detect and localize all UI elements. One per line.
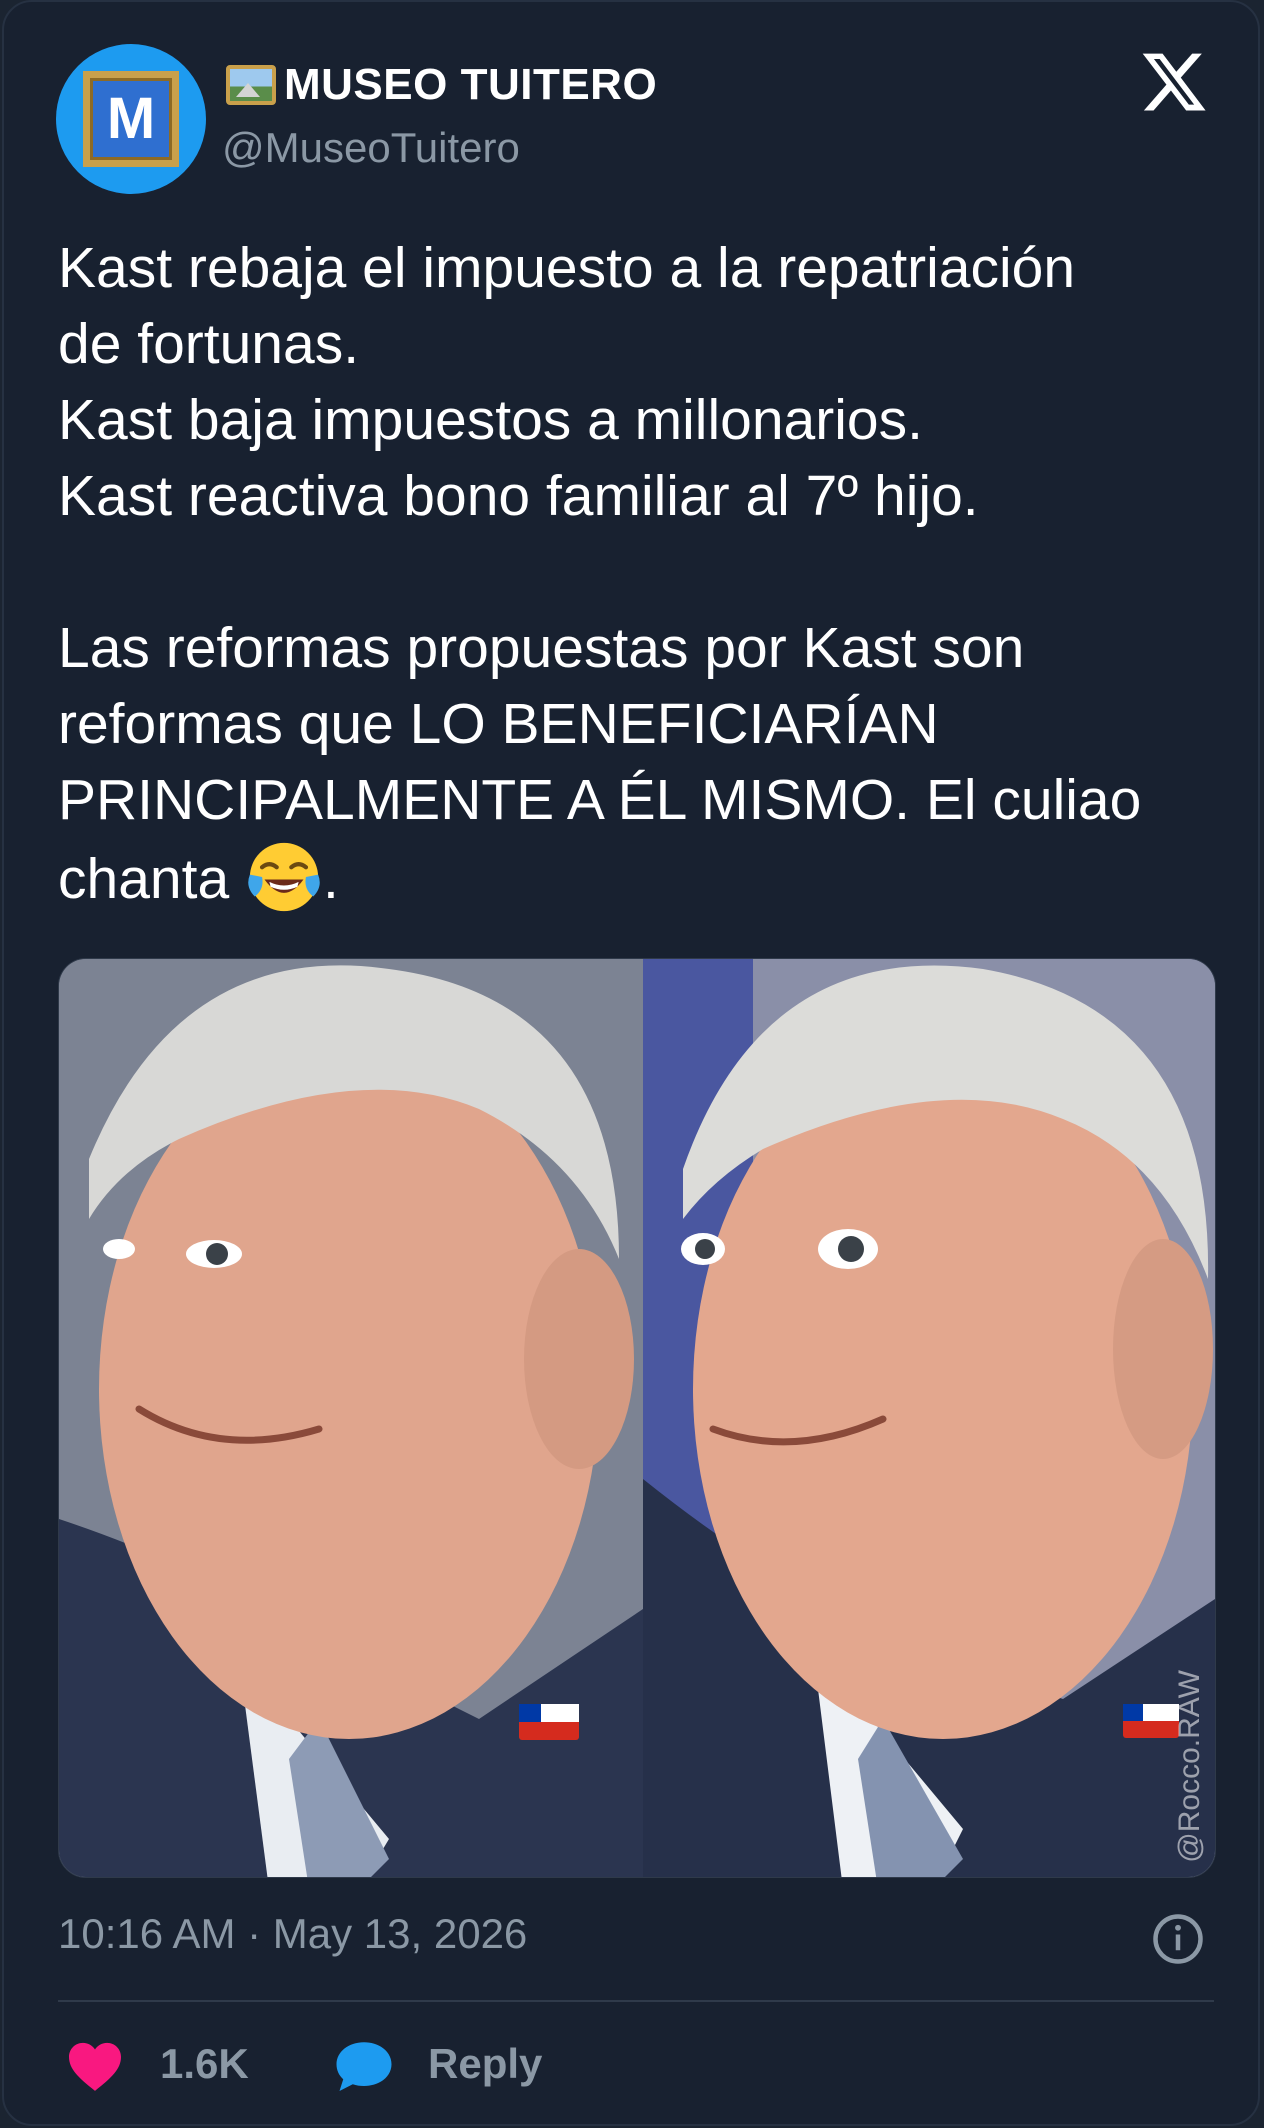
tweet-paragraph-1: Kast rebaja el impuesto a la repatriació… [58,236,1076,528]
face-with-tears-of-joy-icon [248,842,320,912]
avatar-frame: M [83,71,179,167]
like-count[interactable]: 1.6K [160,2040,249,2088]
avatar-letter: M [106,86,156,151]
tweet-paragraph-2-text: Las reformas propuestas por Kast son ref… [58,616,1142,911]
photo-left [59,959,643,1877]
name-row: MUSEO TUITERO [226,57,657,113]
tweet-media[interactable]: @Rocco.RAW [58,958,1216,1878]
tweet-paragraph-2-end: . [322,847,339,911]
heart-icon[interactable] [66,2040,124,2092]
avatar[interactable]: M [56,44,206,194]
tweet-timestamp[interactable]: 10:16 AM · May 13, 2026 [58,1910,527,1958]
x-logo-icon[interactable] [1139,47,1209,117]
user-handle[interactable]: @MuseoTuitero [222,124,520,172]
reply-button[interactable]: Reply [428,2040,542,2088]
divider [58,2000,1214,2002]
media-watermark: @Rocco.RAW [1173,1670,1206,1863]
tweet-text: Kast rebaja el impuesto a la repatriació… [58,230,1228,917]
display-name[interactable]: MUSEO TUITERO [284,60,657,110]
framed-picture-icon [226,65,276,105]
info-icon[interactable] [1151,1912,1205,1966]
reply-bubble-icon[interactable] [334,2038,394,2094]
photo-right: @Rocco.RAW [643,959,1215,1877]
tweet-paragraph-2: Las reformas propuestas por Kast son ref… [58,610,1228,917]
tweet-card: M MUSEO TUITERO @MuseoTuitero Kast rebaj… [2,0,1260,2126]
